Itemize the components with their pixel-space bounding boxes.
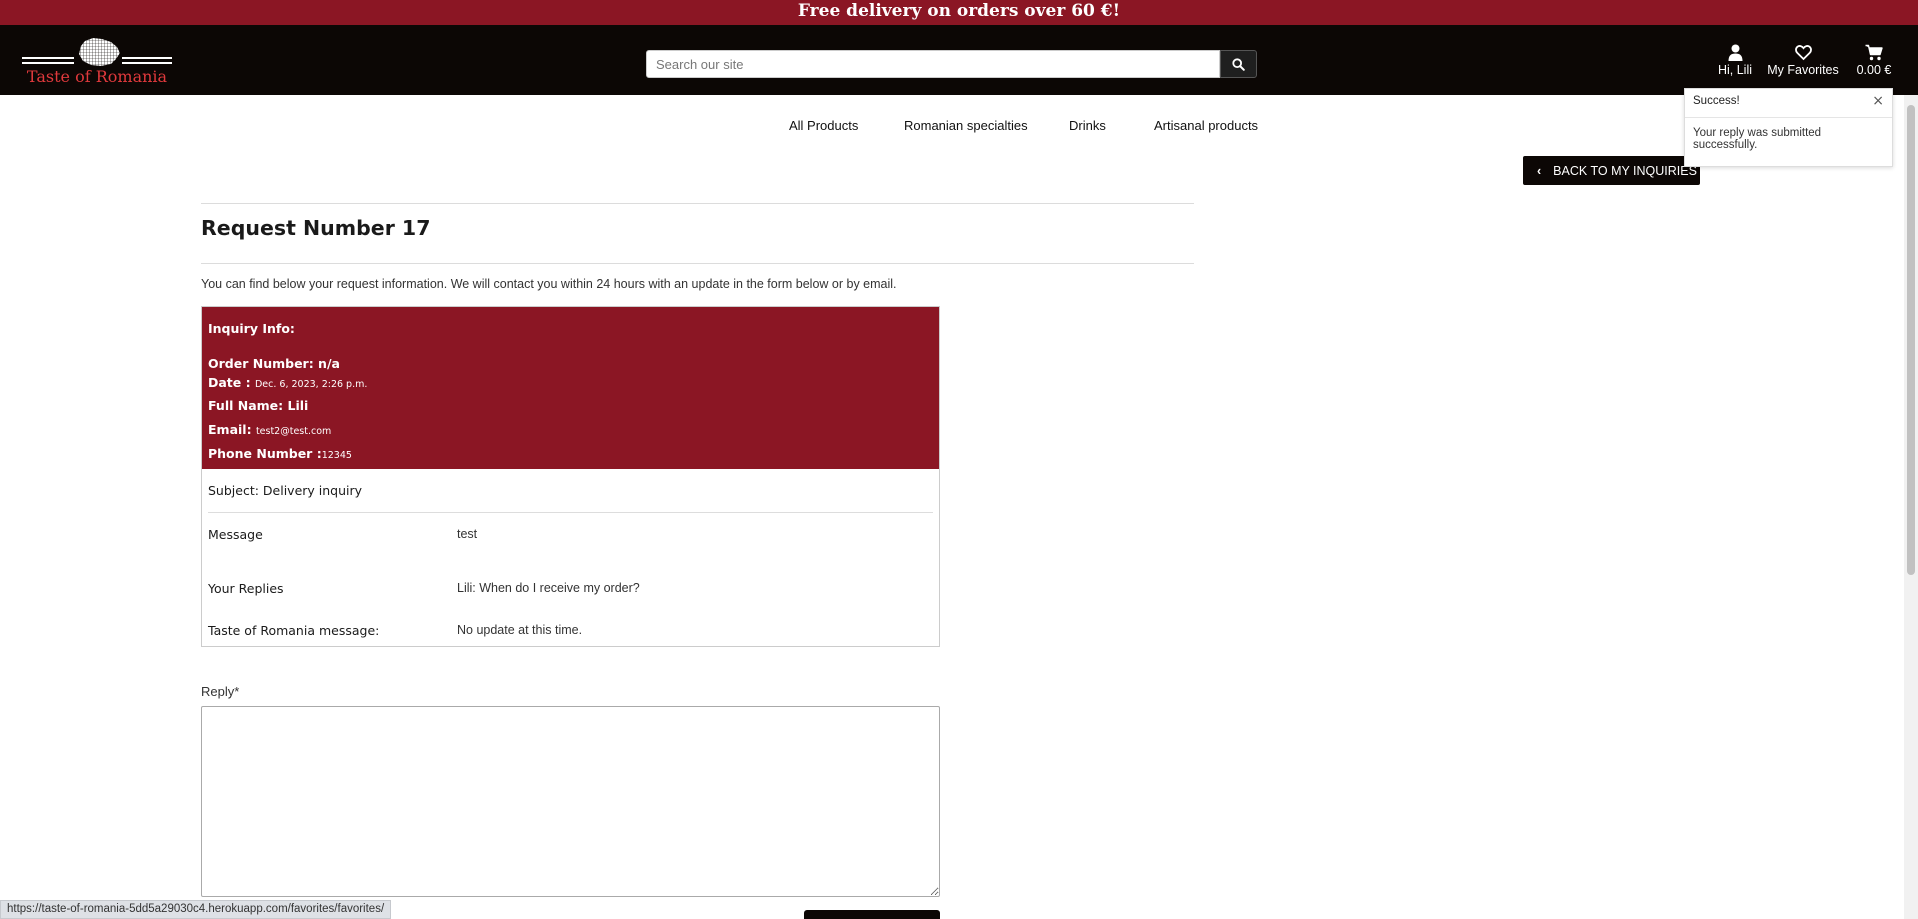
search-input[interactable] [646,50,1220,78]
inquiry-date: Date : Dec. 6, 2023, 2:26 p.m. [208,375,367,390]
inquiry-subject: Subject: Delivery inquiry [208,483,363,498]
close-icon[interactable]: × [1872,93,1884,109]
nav-all-products[interactable]: All Products [789,118,858,133]
date-label: Date : [208,375,251,390]
search-bar [646,50,1257,78]
nav-drinks[interactable]: Drinks [1069,118,1106,133]
divider-top [201,203,1194,204]
promo-banner: Free delivery on orders over 60 €! [0,0,1918,25]
romania-map-icon [79,38,120,66]
back-button-label: BACK TO MY INQUIRIES [1553,163,1697,178]
phone-value: 12345 [321,450,352,461]
cart-total: 0.00 € [1856,63,1892,77]
submit-reply-button[interactable] [804,910,940,919]
logo-line-left-2 [22,62,74,64]
nav-artisanal-products[interactable]: Artisanal products [1154,118,1258,133]
store-message-value: No update at this time. [457,623,583,637]
site-logo[interactable]: Taste of Romania [22,37,172,86]
store-message-label: Taste of Romania message: [208,623,380,638]
message-label: Message [208,527,263,542]
inquiry-phone: Phone Number :12345 [208,446,352,461]
card-divider [208,512,933,513]
account-link[interactable]: Hi, Lili [1714,44,1756,77]
success-toast: Success! × Your reply was submitted succ… [1684,88,1893,167]
replies-label: Your Replies [208,581,284,596]
toast-message: Your reply was submitted successfully. [1693,127,1822,151]
back-to-inquiries-button[interactable]: ‹ BACK TO MY INQUIRIES [1523,156,1700,185]
cart-link[interactable]: 0.00 € [1852,44,1896,77]
full-name: Full Name: Lili [208,398,309,413]
page-title: Request Number 17 [201,216,431,240]
user-icon [1728,44,1742,61]
search-button[interactable] [1220,50,1257,78]
email-label: Email: [208,422,252,437]
site-header: Taste of Romania Hi, Lili My Favorites 0… [0,25,1918,95]
scrollbar-thumb[interactable] [1907,105,1915,575]
reply-label: Reply* [201,684,240,699]
chevron-left-icon: ‹ [1537,163,1542,178]
divider-bottom [201,263,1194,264]
date-value: Dec. 6, 2023, 2:26 p.m. [254,379,368,390]
favorites-label: My Favorites [1767,63,1839,77]
favorites-link[interactable]: My Favorites [1766,44,1840,77]
toast-title: Success! [1693,95,1740,107]
message-value: test [457,527,478,541]
replies-value: Lili: When do I receive my order? [457,581,640,595]
toast-divider [1685,117,1892,118]
phone-label: Phone Number : [208,446,322,461]
email-value: test2@test.com [255,426,332,437]
inquiry-info-heading: Inquiry Info: [208,321,295,336]
inquiry-email: Email: test2@test.com [208,422,331,437]
search-icon [1232,57,1245,71]
cart-icon [1865,44,1883,61]
logo-text: Taste of Romania [26,67,168,86]
logo-line-right-2 [122,62,172,64]
account-label: Hi, Lili [1717,63,1753,77]
heart-icon [1794,45,1812,61]
logo-line-left [22,57,74,59]
page-scrollbar[interactable] [1904,95,1918,919]
logo-line-right [122,57,172,59]
reply-textarea[interactable] [201,706,940,897]
status-bar-url: https://taste-of-romania-5dd5a29030c4.he… [0,900,392,919]
intro-text: You can find below your request informat… [201,277,897,291]
order-number: Order Number: n/a [208,356,340,371]
inquiry-card: Inquiry Info: Order Number: n/a Date : D… [201,306,940,647]
nav-romanian-specialties[interactable]: Romanian specialties [904,118,1028,133]
inquiry-info-panel: Inquiry Info: Order Number: n/a Date : D… [202,307,939,469]
